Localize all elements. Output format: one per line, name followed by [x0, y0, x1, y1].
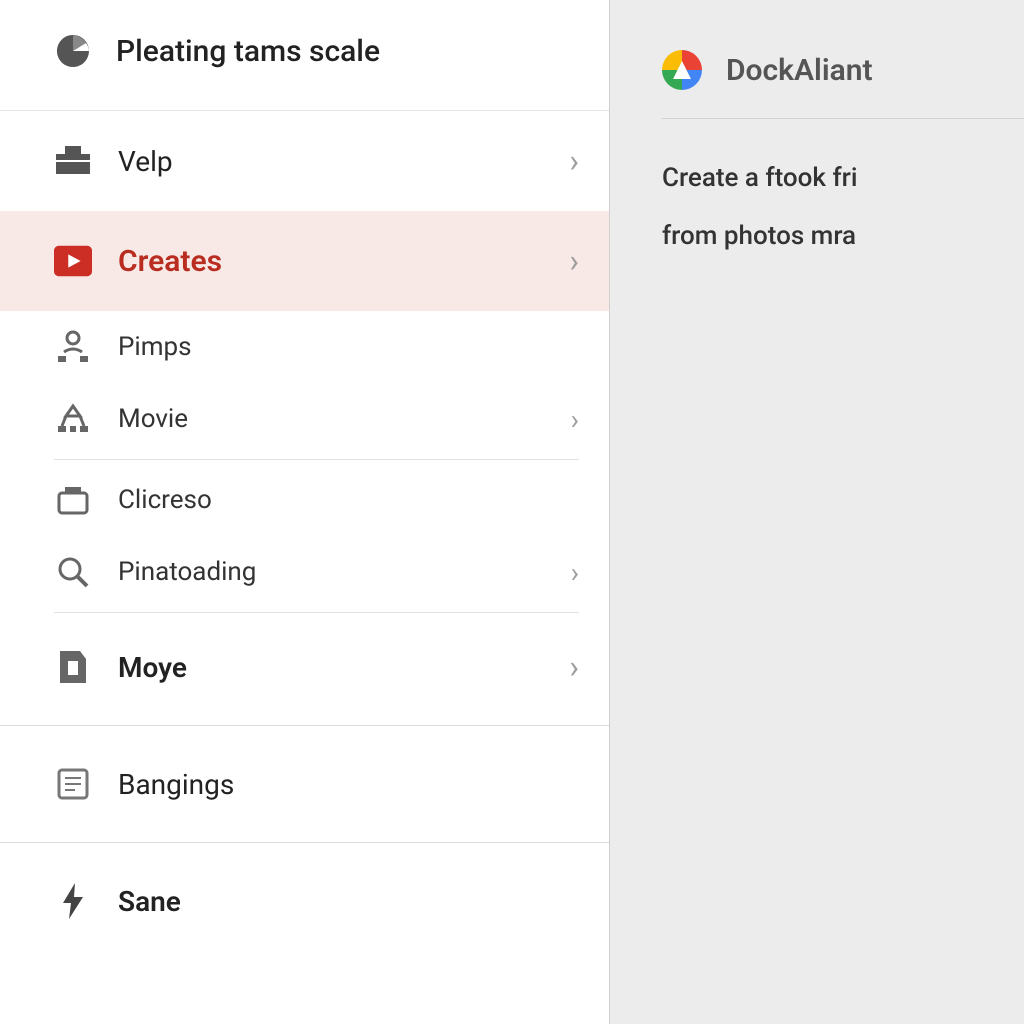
- content-body: Create a ftook fri from photos mra: [650, 119, 1024, 251]
- menu-label: Sane: [118, 885, 579, 918]
- divider: [0, 842, 609, 843]
- play-icon: [54, 242, 92, 280]
- divider: [54, 459, 579, 460]
- divider: [54, 612, 579, 613]
- google-logo-icon: [662, 50, 702, 90]
- menu-label: Pinatoading: [118, 557, 571, 587]
- document-icon: [54, 648, 92, 686]
- bolt-icon: [54, 882, 92, 920]
- menu-label: Creates: [118, 244, 569, 279]
- sidebar-item-velp[interactable]: Velp ›: [0, 111, 609, 211]
- chevron-right-icon: ›: [569, 142, 579, 180]
- content-line-1: Create a ftook fri: [662, 163, 1024, 193]
- chevron-right-icon: ›: [569, 648, 579, 686]
- menu-label: Clicreso: [118, 485, 579, 515]
- menu-label: Moye: [118, 651, 569, 684]
- list-icon: [54, 765, 92, 803]
- content-panel: DockAliant Create a ftook fri from photo…: [610, 0, 1024, 1024]
- content-header: DockAliant: [662, 50, 1024, 119]
- sidebar-item-creates[interactable]: Creates ›: [0, 211, 609, 311]
- sidebar-item-pinatoading[interactable]: Pinatoading ›: [0, 536, 609, 608]
- sidebar-item-pimps[interactable]: Pimps: [0, 311, 609, 383]
- briefcase-icon: [54, 142, 92, 180]
- menu-label: Velp: [118, 145, 569, 178]
- chevron-right-icon: ›: [571, 403, 579, 436]
- search-icon: [54, 553, 92, 591]
- content-title: DockAliant: [726, 53, 873, 88]
- menu-label: Pimps: [118, 332, 579, 362]
- content-line-2: from photos mra: [662, 221, 1024, 251]
- sidebar-item-movie[interactable]: Movie ›: [0, 383, 609, 455]
- person-node-icon: [54, 328, 92, 366]
- sidebar: Pleating tams scale Velp › Creates ›: [0, 0, 610, 1024]
- node-tree-icon: [54, 400, 92, 438]
- chevron-right-icon: ›: [569, 242, 579, 280]
- box-icon: [54, 481, 92, 519]
- sidebar-item-bangings[interactable]: Bangings: [0, 734, 609, 834]
- sidebar-item-sane[interactable]: Sane: [0, 851, 609, 951]
- sidebar-item-moye[interactable]: Moye ›: [0, 617, 609, 717]
- sidebar-header: Pleating tams scale: [0, 0, 609, 111]
- menu-label: Bangings: [118, 768, 579, 801]
- sidebar-header-label: Pleating tams scale: [116, 34, 380, 69]
- chevron-right-icon: ›: [571, 556, 579, 589]
- pie-chart-icon: [54, 32, 92, 70]
- divider: [0, 725, 609, 726]
- menu-label: Movie: [118, 404, 571, 434]
- sidebar-item-clicreso[interactable]: Clicreso: [0, 464, 609, 536]
